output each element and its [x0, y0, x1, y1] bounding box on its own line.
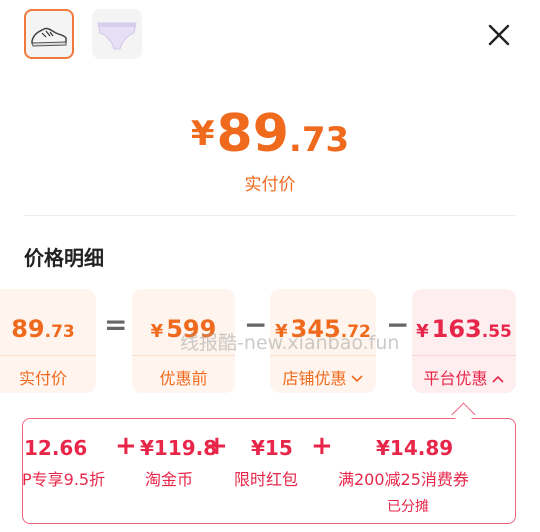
- card-currency: ¥: [416, 321, 429, 342]
- detail-value-coupon: ¥14.89: [376, 436, 454, 460]
- plus-operator: +: [311, 431, 333, 461]
- watermark: 线报酷-new.xianbao.fun: [180, 332, 400, 354]
- card-actual-price: 89.73 实付价: [0, 289, 96, 393]
- card-value-integer: 89: [11, 315, 45, 343]
- card-label-row: 店铺优惠: [270, 365, 376, 389]
- detail-value-member: 12.66: [24, 436, 88, 460]
- chevron-down-icon: [350, 375, 363, 383]
- equals-operator: =: [104, 308, 128, 341]
- plus-operator: +: [115, 431, 137, 461]
- product-thumbnail-sneaker[interactable]: [24, 9, 74, 59]
- currency-symbol: ¥: [190, 114, 215, 154]
- price-decimal: .73: [288, 120, 350, 160]
- card-label-row: 平台优惠: [412, 365, 516, 389]
- detail-value-red-packet: ¥15: [251, 436, 293, 460]
- card-value-integer: 163: [431, 315, 482, 343]
- divider: [24, 215, 516, 216]
- underwear-icon: [97, 22, 137, 50]
- product-thumbnail-underwear[interactable]: [92, 9, 142, 59]
- card-label: 店铺优惠: [282, 369, 347, 388]
- price-integer: 89: [216, 104, 289, 164]
- card-platform-discount[interactable]: ¥163.55 平台优惠: [412, 289, 516, 393]
- card-value-decimal: .73: [44, 322, 75, 342]
- detail-label-red-packet: 限时红包: [234, 470, 299, 489]
- detail-sub-allocated: 已分摊: [387, 499, 429, 515]
- actual-price-label: 实付价: [244, 175, 296, 195]
- card-label: 实付价: [18, 369, 67, 388]
- section-title: 价格明细: [24, 246, 104, 270]
- sneaker-icon: [31, 27, 67, 47]
- plus-operator: +: [206, 431, 228, 461]
- chevron-up-icon: [491, 375, 504, 383]
- card-label: 优惠前: [159, 369, 208, 388]
- card-label: 平台优惠: [423, 369, 488, 388]
- detail-label-member: P专享9.5折: [22, 470, 106, 489]
- detail-label-taojinbi: 淘金币: [145, 470, 194, 489]
- card-value-decimal: .55: [481, 322, 512, 342]
- close-icon[interactable]: [484, 20, 514, 50]
- detail-label-coupon: 满200减25消费券: [338, 470, 469, 489]
- card-currency: ¥: [150, 321, 164, 342]
- actual-price: ¥89.73: [0, 104, 540, 164]
